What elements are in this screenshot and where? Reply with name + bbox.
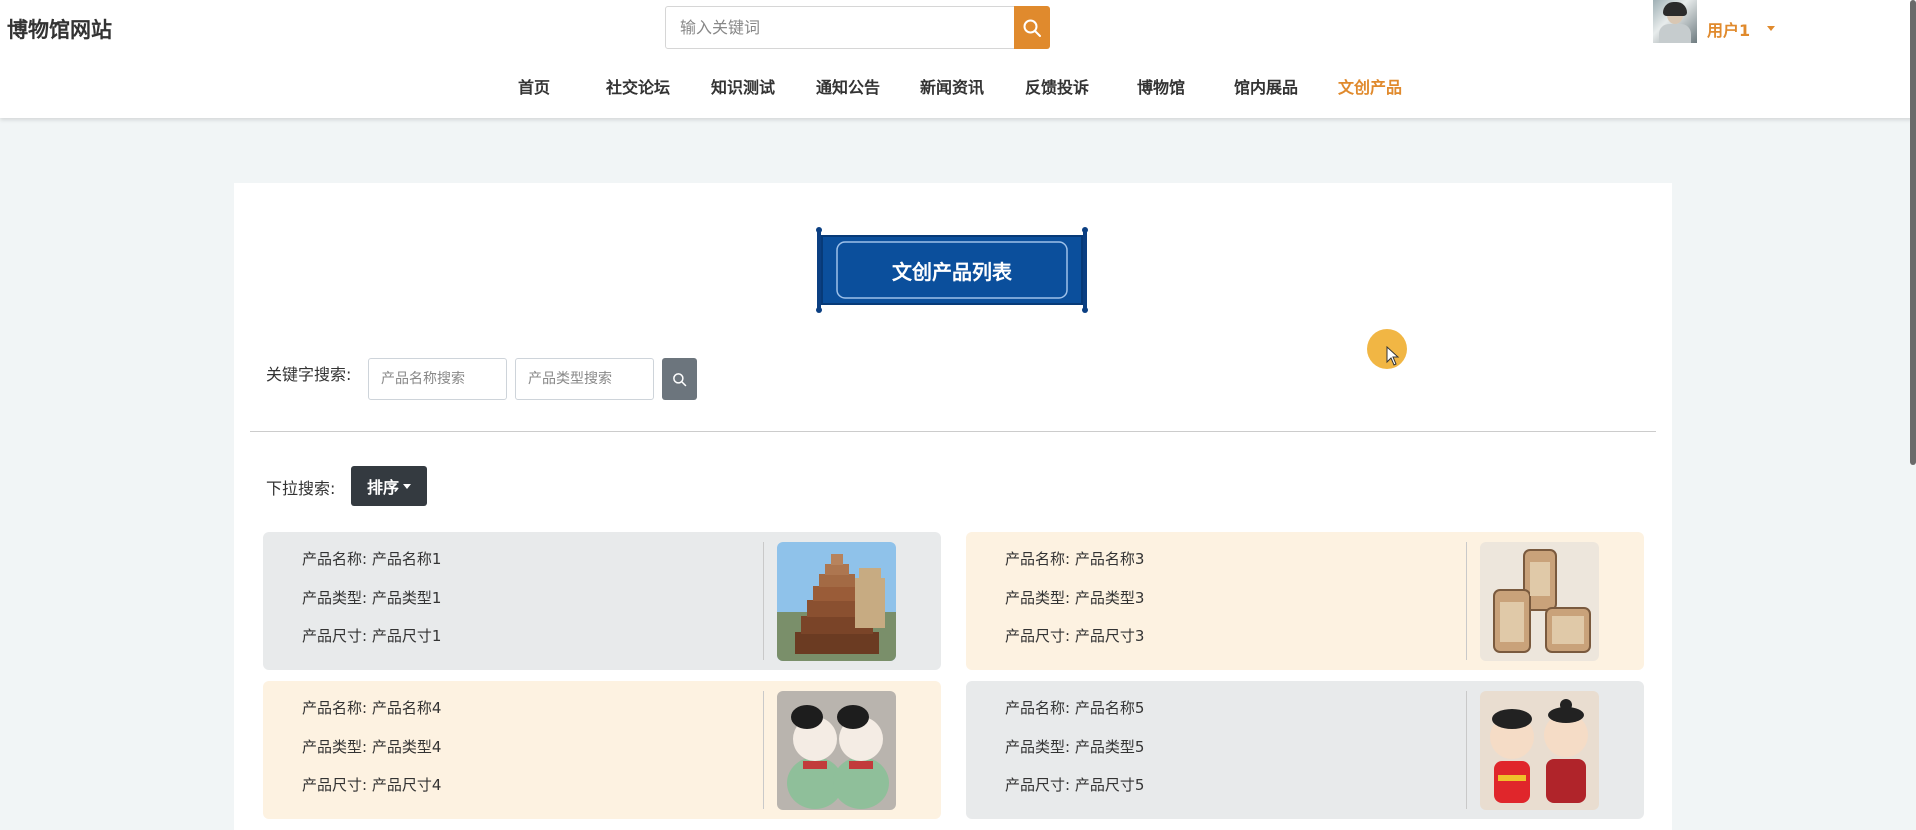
site-header: 博物馆网站 用户1 首页 社交论坛 知识测试 通知公告 新闻资讯 反馈投诉 博物… bbox=[0, 0, 1916, 118]
nav-item-quiz[interactable]: 知识测试 bbox=[711, 74, 775, 98]
dropdown-search-label: 下拉搜索: bbox=[266, 479, 336, 498]
card-divider bbox=[763, 542, 764, 660]
keyword-search-button[interactable] bbox=[662, 358, 697, 400]
section-banner: 文创产品列表 bbox=[816, 226, 1088, 314]
nav-item-home[interactable]: 首页 bbox=[518, 74, 550, 98]
nav-item-museum[interactable]: 博物馆 bbox=[1137, 74, 1185, 98]
card-divider bbox=[1466, 542, 1467, 660]
product-size: 产品尺寸: 产品尺寸5 bbox=[1005, 776, 1145, 794]
sort-dropdown-button[interactable]: 排序 bbox=[351, 466, 427, 506]
product-name: 产品名称: 产品名称1 bbox=[302, 550, 442, 568]
product-image[interactable] bbox=[1480, 691, 1599, 810]
section-title: 文创产品列表 bbox=[892, 260, 1012, 284]
product-card[interactable]: 产品名称: 产品名称4 产品类型: 产品类型4 产品尺寸: 产品尺寸4 bbox=[263, 681, 941, 819]
user-menu-label[interactable]: 用户1 bbox=[1707, 17, 1750, 41]
card-divider bbox=[1466, 691, 1467, 809]
product-image[interactable] bbox=[1480, 542, 1599, 661]
product-name: 产品名称: 产品名称3 bbox=[1005, 550, 1145, 568]
search-icon bbox=[673, 372, 687, 386]
product-type: 产品类型: 产品类型1 bbox=[302, 589, 442, 607]
product-card[interactable]: 产品名称: 产品名称1 产品类型: 产品类型1 产品尺寸: 产品尺寸1 bbox=[263, 532, 941, 670]
sort-dropdown-label: 排序 bbox=[366, 478, 399, 497]
site-title[interactable]: 博物馆网站 bbox=[7, 14, 112, 44]
product-image[interactable] bbox=[777, 691, 896, 810]
product-type: 产品类型: 产品类型5 bbox=[1005, 738, 1145, 756]
nav-item-forum[interactable]: 社交论坛 bbox=[606, 74, 670, 98]
nav-item-products[interactable]: 文创产品 bbox=[1338, 74, 1402, 98]
product-card[interactable]: 产品名称: 产品名称5 产品类型: 产品类型5 产品尺寸: 产品尺寸5 bbox=[966, 681, 1644, 819]
product-type-search-input[interactable] bbox=[516, 359, 653, 399]
product-image[interactable] bbox=[777, 542, 896, 661]
product-type: 产品类型: 产品类型4 bbox=[302, 738, 442, 756]
product-type-search-field[interactable] bbox=[515, 358, 654, 400]
chevron-down-icon[interactable] bbox=[1767, 26, 1775, 31]
product-type: 产品类型: 产品类型3 bbox=[1005, 589, 1145, 607]
search-icon bbox=[1023, 19, 1041, 37]
header-search-field[interactable] bbox=[665, 6, 1016, 49]
nav-item-feedback[interactable]: 反馈投诉 bbox=[1025, 74, 1089, 98]
product-name-search-field[interactable] bbox=[368, 358, 507, 400]
avatar[interactable] bbox=[1653, 0, 1697, 43]
product-size: 产品尺寸: 产品尺寸4 bbox=[302, 776, 442, 794]
header-search-input[interactable] bbox=[666, 7, 1015, 48]
header-search-button[interactable] bbox=[1014, 6, 1050, 49]
product-name-search-input[interactable] bbox=[369, 359, 506, 399]
product-name: 产品名称: 产品名称4 bbox=[302, 699, 442, 717]
product-size: 产品尺寸: 产品尺寸1 bbox=[302, 627, 442, 645]
main-nav: 首页 社交论坛 知识测试 通知公告 新闻资讯 反馈投诉 博物馆 馆内展品 文创产… bbox=[0, 74, 1916, 98]
caret-down-icon bbox=[403, 483, 411, 489]
mouse-pointer-icon bbox=[1386, 346, 1400, 366]
card-divider bbox=[763, 691, 764, 809]
product-size: 产品尺寸: 产品尺寸3 bbox=[1005, 627, 1145, 645]
nav-item-notices[interactable]: 通知公告 bbox=[816, 74, 880, 98]
product-card[interactable]: 产品名称: 产品名称3 产品类型: 产品类型3 产品尺寸: 产品尺寸3 bbox=[966, 532, 1644, 670]
page-scrollbar[interactable] bbox=[1910, 0, 1916, 465]
product-name: 产品名称: 产品名称5 bbox=[1005, 699, 1145, 717]
nav-item-exhibits[interactable]: 馆内展品 bbox=[1234, 74, 1298, 98]
nav-item-news[interactable]: 新闻资讯 bbox=[920, 74, 984, 98]
main-content: 文创产品列表 关键字搜索: 下拉搜索: 排序 产品名称: 产品名称1 产品类型:… bbox=[234, 183, 1672, 830]
keyword-search-label: 关键字搜索: bbox=[266, 365, 352, 384]
divider bbox=[250, 431, 1656, 432]
